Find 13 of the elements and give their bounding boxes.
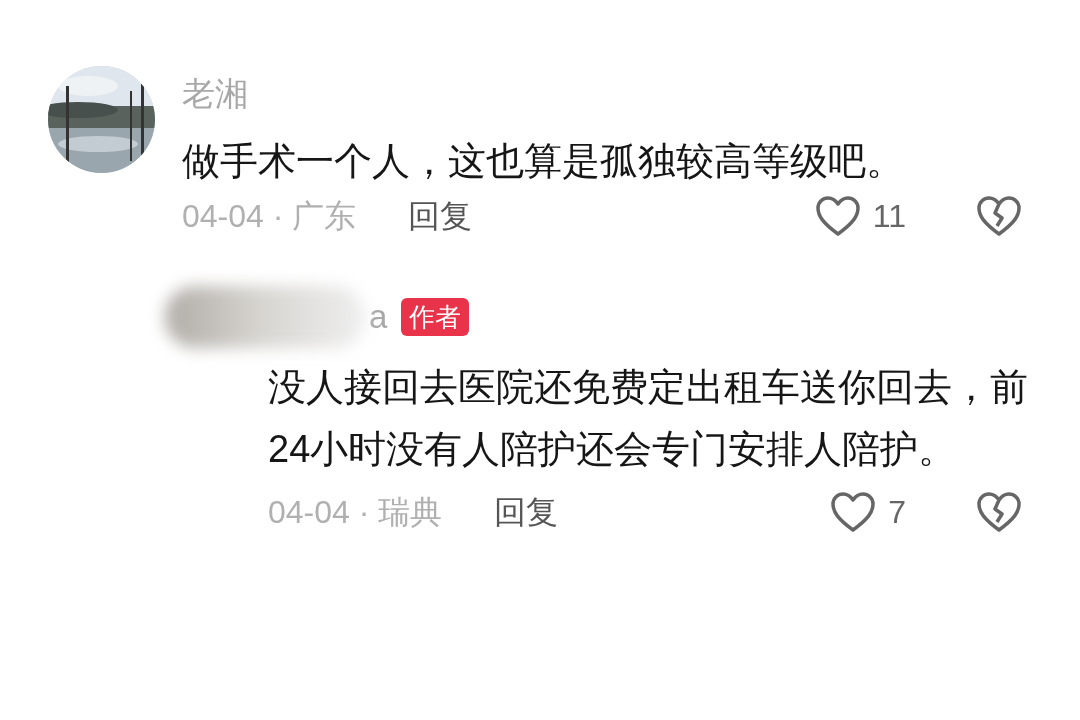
dislike-icon[interactable] <box>976 195 1022 237</box>
reply-button[interactable]: 回复 <box>408 192 473 240</box>
comment-text: 做手术一个人，这也算是孤独较高等级吧。 <box>182 139 905 184</box>
like-count: 11 <box>872 197 906 236</box>
comment-date: 04-04 · 瑞典 <box>268 493 443 532</box>
like-icon[interactable] <box>830 491 877 533</box>
author-tag: 作者 <box>401 298 470 336</box>
reply-text: 没人接回去医院还免费定出租车送你回去，前24小时没有人陪护还会专门安排人陪护。 <box>268 365 1029 472</box>
reply-button[interactable]: 回复 <box>494 488 559 536</box>
dislike-icon[interactable] <box>976 491 1022 533</box>
like-icon[interactable] <box>814 195 861 237</box>
like-count: 7 <box>888 493 906 532</box>
comment-date: 04-04 · 广东 <box>182 197 357 236</box>
